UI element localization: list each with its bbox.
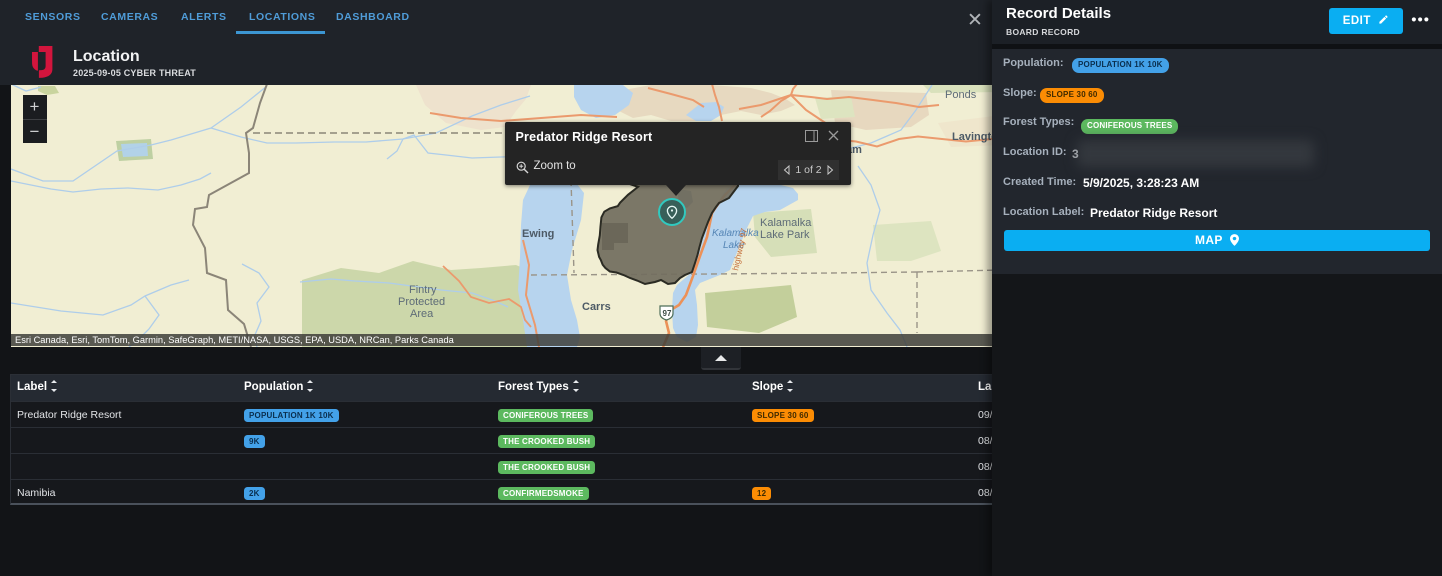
svg-text:97: 97 [663, 309, 672, 318]
svg-text:Protected: Protected [398, 296, 445, 308]
svg-text:Lake Park: Lake Park [760, 229, 810, 241]
svg-text:Ewing: Ewing [522, 228, 554, 240]
svg-text:Area: Area [410, 308, 434, 320]
svg-text:Kalamalka: Kalamalka [712, 228, 759, 239]
svg-text:Ponds: Ponds [945, 89, 977, 101]
svg-text:Carrs: Carrs [582, 301, 611, 313]
svg-text:Fintry: Fintry [409, 284, 437, 296]
svg-text:Kalamalka: Kalamalka [760, 217, 812, 229]
